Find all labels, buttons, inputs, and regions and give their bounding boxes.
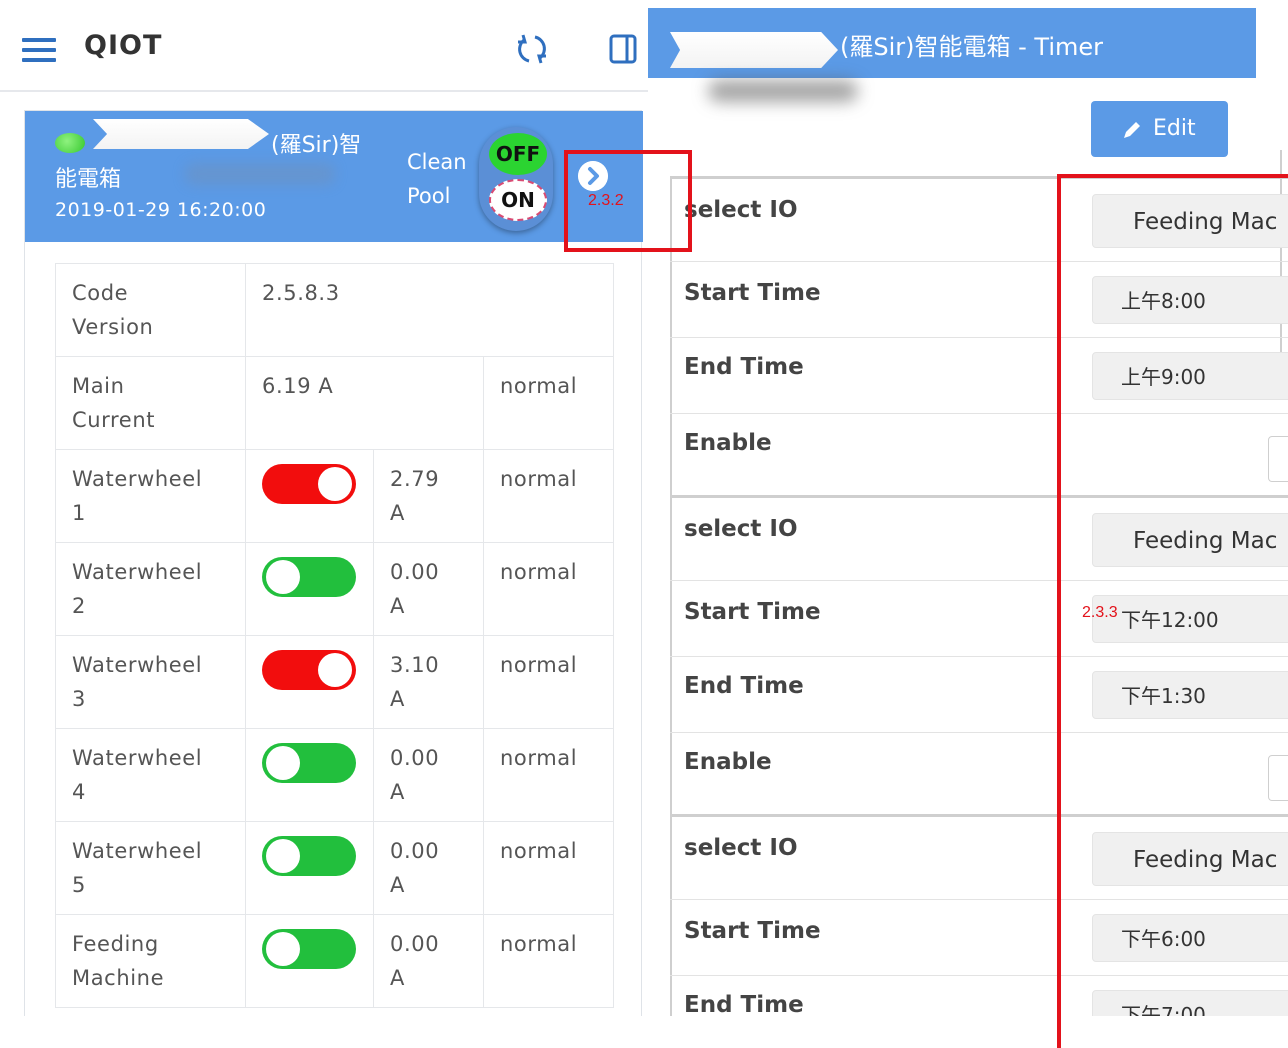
io-label: Feeding Machine (55, 914, 246, 1008)
io-switch-cell (245, 449, 374, 543)
pool-label: Pool (407, 184, 451, 208)
io-switch[interactable] (262, 650, 356, 690)
start-time-label: Start Time (684, 918, 821, 944)
device-timestamp: 2019-01-29 16:20:00 (55, 199, 267, 221)
table-row: Waterwheel 3 3.10 A normal (55, 635, 614, 729)
io-status: normal (483, 821, 614, 915)
redacted-name (93, 119, 269, 149)
io-switch[interactable] (262, 557, 356, 597)
end-time-label: End Time (684, 992, 804, 1016)
annotation-box (564, 150, 692, 252)
io-switch-cell (245, 542, 374, 636)
table-row: Waterwheel 4 0.00 A normal (55, 728, 614, 822)
io-switch[interactable] (262, 929, 356, 969)
edit-button[interactable]: Edit (1091, 101, 1228, 157)
annotation-label: 2.3.2 (588, 192, 624, 209)
table-row: Waterwheel 2 0.00 A normal (55, 542, 614, 636)
io-current: 0.00 A (373, 542, 484, 636)
io-label: Waterwheel 2 (55, 542, 246, 636)
edit-label: Edit (1153, 116, 1196, 141)
toggle-on-option[interactable]: ON (489, 179, 547, 221)
io-switch-cell (245, 728, 374, 822)
io-current: 3.10 A (373, 635, 484, 729)
table-row: Feeding Machine 0.00 A normal (55, 914, 614, 1008)
device-name-part1: (羅Sir)智 (271, 133, 362, 158)
pencil-icon (1124, 122, 1140, 138)
select-io-label: select IO (684, 516, 798, 542)
io-switch-cell (245, 635, 374, 729)
select-io-label: select IO (684, 835, 798, 861)
main-current-status: normal (483, 356, 614, 450)
io-label: Waterwheel 1 (55, 449, 246, 543)
app-title: QIOT (84, 30, 163, 61)
enable-label: Enable (684, 430, 772, 456)
io-switch[interactable] (262, 836, 356, 876)
table-row: Code Version 2.5.8.3 (55, 263, 614, 357)
start-time-label: Start Time (684, 599, 821, 625)
refresh-icon[interactable] (514, 32, 550, 66)
timer-header: (羅Sir)智能電箱 - Timer (648, 8, 1256, 78)
io-current: 0.00 A (373, 728, 484, 822)
main-current-label: Main Current (55, 356, 246, 450)
device-panel: QIOT (羅Sir)智 能電箱 2019-01-29 16:20:00 Cle… (0, 0, 648, 1016)
menu-icon[interactable] (22, 38, 56, 62)
io-current: 0.00 A (373, 821, 484, 915)
enable-label: Enable (684, 749, 772, 775)
clean-pool-label: Clean Pool (407, 145, 467, 213)
io-status: normal (483, 449, 614, 543)
start-time-label: Start Time (684, 280, 821, 306)
device-name-part2: 能電箱 (55, 167, 122, 192)
app-header: QIOT (0, 0, 648, 92)
select-io-label: select IO (684, 197, 798, 223)
main-current-value: 6.19 A (245, 356, 484, 450)
toggle-off-option[interactable]: OFF (489, 133, 547, 175)
io-label: Waterwheel 5 (55, 821, 246, 915)
device-card: (羅Sir)智 能電箱 2019-01-29 16:20:00 Clean Po… (24, 110, 643, 1016)
io-status: normal (483, 914, 614, 1008)
io-label: Waterwheel 3 (55, 635, 246, 729)
timer-title: (羅Sir)智能電箱 - Timer (840, 33, 1104, 61)
code-version-label: Code Version (55, 263, 246, 357)
redacted-name (670, 32, 838, 68)
io-status: normal (483, 728, 614, 822)
io-current: 0.00 A (373, 914, 484, 1008)
table-row: Waterwheel 1 2.79 A normal (55, 449, 614, 543)
clean-label: Clean (407, 150, 467, 174)
online-status-icon (55, 133, 85, 153)
end-time-label: End Time (684, 673, 804, 699)
table-row: Waterwheel 5 0.00 A normal (55, 821, 614, 915)
device-card-header: (羅Sir)智 能電箱 2019-01-29 16:20:00 Clean Po… (25, 111, 643, 242)
clean-pool-toggle[interactable]: OFF ON (479, 127, 553, 231)
annotation-label: 2.3.3 (1082, 604, 1118, 621)
sidebar-toggle-icon[interactable] (608, 32, 640, 66)
io-switch[interactable] (262, 743, 356, 783)
redaction-shadow (708, 80, 858, 102)
redaction-shadow (185, 163, 335, 185)
io-switch[interactable] (262, 464, 356, 504)
io-status: normal (483, 635, 614, 729)
table-row: Main Current 6.19 A normal (55, 356, 614, 450)
io-current: 2.79 A (373, 449, 484, 543)
io-status: normal (483, 542, 614, 636)
status-table: Code Version 2.5.8.3 Main Current 6.19 A n… (55, 263, 614, 1008)
io-label: Waterwheel 4 (55, 728, 246, 822)
io-switch-cell (245, 821, 374, 915)
io-switch-cell (245, 914, 374, 1008)
code-version-value: 2.5.8.3 (245, 263, 614, 357)
end-time-label: End Time (684, 354, 804, 380)
